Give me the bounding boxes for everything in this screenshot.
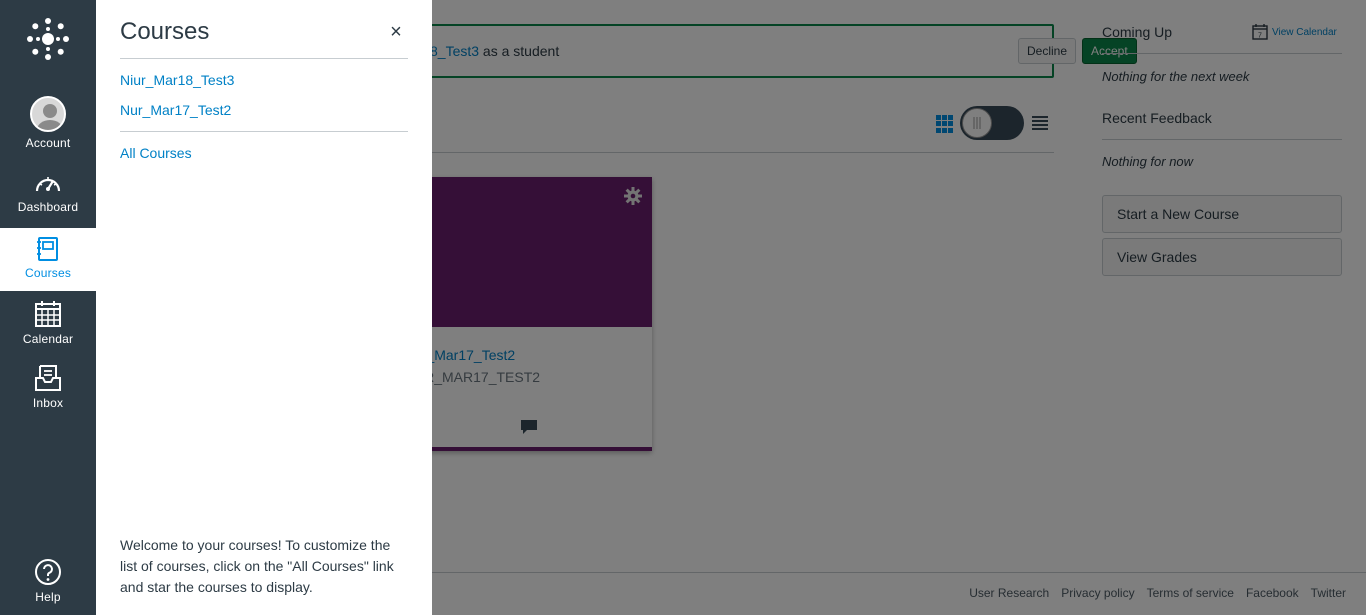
tray-course-link-1[interactable]: Niur_Mar18_Test3 <box>120 72 234 88</box>
tray-divider-top <box>120 58 408 59</box>
nav-calendar[interactable]: Calendar <box>0 300 96 364</box>
avatar <box>30 96 66 132</box>
nav-calendar-label: Calendar <box>22 332 74 346</box>
nav-courses[interactable]: Courses <box>0 228 96 291</box>
nav-inbox-label: Inbox <box>32 396 64 410</box>
nav-account-label: Account <box>25 136 71 150</box>
inbox-icon <box>35 365 61 391</box>
tray-help-text: Welcome to your courses! To customize th… <box>120 537 394 595</box>
nav-help-label: Help <box>35 590 61 604</box>
tray-title: Courses <box>120 18 210 45</box>
canvas-logo-icon[interactable] <box>24 15 72 63</box>
nav-account[interactable]: Account <box>0 96 96 160</box>
help-icon <box>35 559 61 585</box>
global-nav: Account Dashboard Courses Calendar Inbox… <box>0 0 96 615</box>
tray-divider-bottom <box>120 131 408 132</box>
nav-courses-label: Courses <box>24 266 72 280</box>
courses-icon <box>37 237 58 261</box>
close-icon[interactable]: × <box>386 20 406 44</box>
tray-course-link-2[interactable]: Nur_Mar17_Test2 <box>120 102 231 118</box>
nav-dashboard-label: Dashboard <box>17 200 79 214</box>
courses-tray: Courses × Niur_Mar18_Test3 Nur_Mar17_Tes… <box>96 0 432 615</box>
dashboard-icon <box>35 177 61 192</box>
calendar-icon <box>35 301 61 327</box>
nav-help[interactable]: Help <box>0 558 96 612</box>
all-courses-link[interactable]: All Courses <box>120 145 192 161</box>
nav-dashboard[interactable]: Dashboard <box>0 172 96 236</box>
nav-inbox[interactable]: Inbox <box>0 364 96 428</box>
